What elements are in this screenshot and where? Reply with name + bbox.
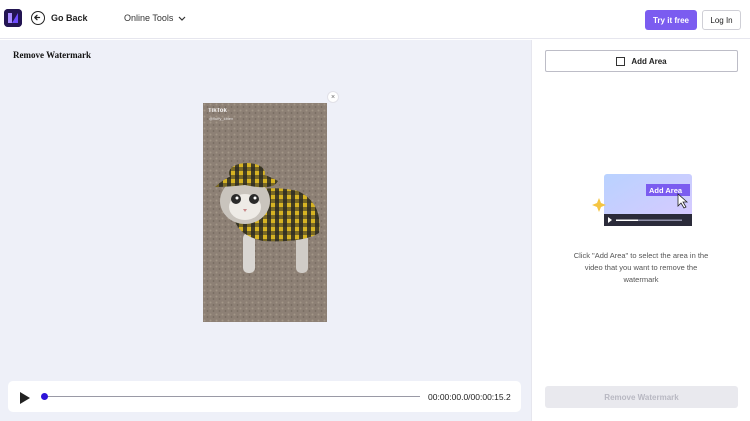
go-back-button[interactable]: Go Back bbox=[31, 11, 88, 25]
tiktok-watermark: TikTok bbox=[208, 108, 227, 114]
remove-watermark-button[interactable]: Remove Watermark bbox=[545, 386, 738, 408]
chevron-down-icon bbox=[178, 13, 186, 23]
video-preview[interactable]: TikTok @fluffy_kitten bbox=[203, 103, 327, 322]
help-text: Click "Add Area" to select the area in t… bbox=[573, 251, 709, 284]
seek-handle[interactable] bbox=[40, 393, 48, 400]
online-tools-menu[interactable]: Online Tools bbox=[124, 13, 186, 23]
top-header: Go Back Online Tools Try it free Log In bbox=[0, 0, 750, 39]
square-select-icon bbox=[616, 56, 626, 66]
add-area-illustration: Add Area bbox=[590, 168, 700, 234]
go-back-label: Go Back bbox=[51, 13, 88, 23]
close-icon[interactable]: × bbox=[327, 91, 339, 103]
page-title: Remove Watermark bbox=[13, 50, 92, 60]
arrow-left-circle-icon bbox=[31, 11, 45, 25]
tool-panel: Add Area Add Area Click "Add Area" to se… bbox=[531, 40, 750, 421]
time-readout: 00:00:00.0/00:00:15.2 bbox=[428, 392, 511, 402]
try-it-free-button[interactable]: Try it free bbox=[645, 10, 697, 30]
log-in-button[interactable]: Log In bbox=[702, 10, 741, 30]
seek-bar[interactable] bbox=[44, 396, 420, 397]
add-area-label: Add Area bbox=[631, 56, 667, 66]
editor-area: Remove Watermark TikTok @fluffy_kitten ×… bbox=[0, 40, 531, 421]
video-frame-image bbox=[203, 103, 327, 322]
play-icon[interactable] bbox=[20, 391, 30, 409]
illustration-badge-label: Add Area bbox=[649, 186, 683, 195]
video-player-controls: 00:00:00.0/00:00:15.2 bbox=[8, 381, 521, 412]
online-tools-label: Online Tools bbox=[124, 13, 174, 23]
tiktok-handle: @fluffy_kitten bbox=[209, 116, 234, 121]
add-area-button[interactable]: Add Area bbox=[545, 50, 738, 72]
app-logo-icon[interactable] bbox=[4, 9, 22, 27]
